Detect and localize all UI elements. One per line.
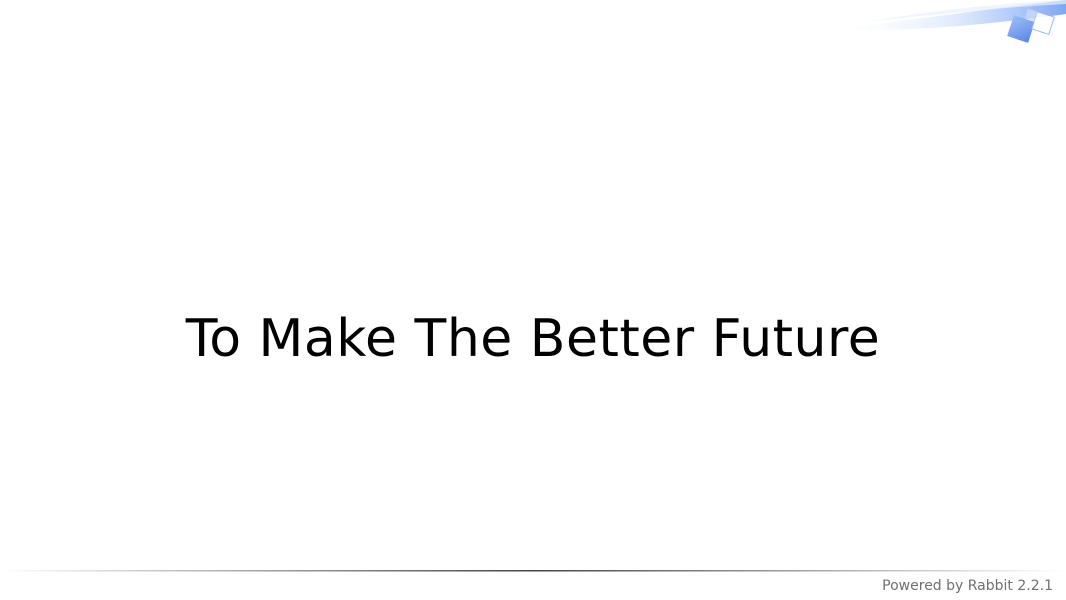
footer-credit: Powered by Rabbit 2.2.1 (882, 578, 1053, 594)
footer-divider (0, 570, 1066, 572)
blue-swoosh-decoration-icon (826, 0, 1066, 43)
presentation-slide: To Make The Better Future Powered by Rab… (0, 0, 1066, 600)
slide-title: To Make The Better Future (185, 309, 881, 369)
